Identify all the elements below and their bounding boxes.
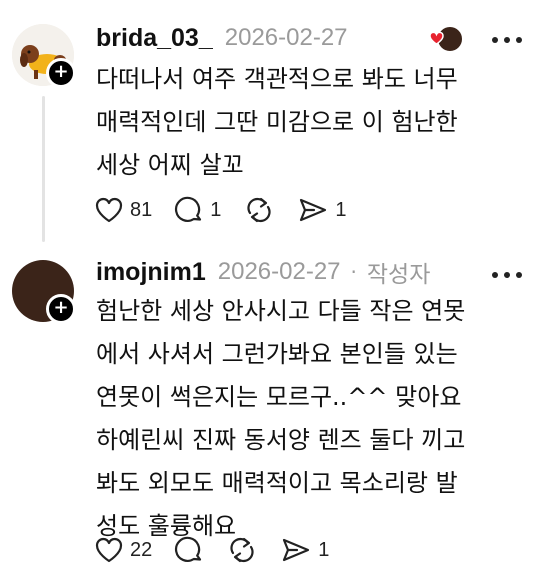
separator-dot: · bbox=[350, 260, 357, 284]
share-count: 1 bbox=[318, 538, 330, 561]
repost-button[interactable] bbox=[226, 533, 258, 567]
post-text-line: 연못이 썩은지는 모르구..^^ 맞아요 bbox=[96, 383, 462, 411]
send-icon bbox=[280, 536, 312, 564]
post-header: imojnim1 2026-02-27 · 작성자 bbox=[96, 254, 430, 290]
like-count: 81 bbox=[130, 198, 153, 221]
post-text-line: 세상 어찌 살꼬 bbox=[96, 151, 244, 179]
thread-post: + brida_03_ 2026-02-27 다떠나서 여주 객관적으로 봐도 … bbox=[0, 0, 539, 250]
thread-connector-line bbox=[42, 96, 45, 242]
username[interactable]: imojnim1 bbox=[96, 258, 206, 287]
avatar[interactable]: + bbox=[12, 260, 76, 324]
post-text-line: 매력적인데 그딴 미감으로 이 험난한 bbox=[96, 108, 458, 136]
more-options-icon[interactable] bbox=[489, 31, 525, 43]
follow-plus-icon[interactable]: + bbox=[46, 294, 76, 324]
post-actions: 22 1 bbox=[94, 533, 351, 567]
repost-button[interactable] bbox=[243, 193, 275, 227]
follow-plus-icon[interactable]: + bbox=[46, 58, 76, 88]
liked-by-author-indicator[interactable] bbox=[420, 24, 468, 54]
reply-button[interactable] bbox=[174, 533, 204, 567]
share-count: 1 bbox=[335, 198, 347, 221]
thread-post: + imojnim1 2026-02-27 · 작성자 험난한 세상 안사시고 … bbox=[0, 250, 539, 577]
post-text-line: 험난한 세상 안사시고 다들 작은 연못 bbox=[96, 297, 466, 325]
timestamp: 2026-02-27 bbox=[224, 24, 348, 51]
reply-count: 1 bbox=[210, 198, 222, 221]
post-body: 다떠나서 여주 객관적으로 봐도 너무 매력적인데 그딴 미감으로 이 험난한 … bbox=[96, 58, 526, 187]
post-actions: 81 1 1 bbox=[94, 193, 369, 227]
post-text-line: 다떠나서 여주 객관적으로 봐도 너무 bbox=[96, 65, 458, 93]
timestamp: 2026-02-27 bbox=[217, 258, 341, 285]
username[interactable]: brida_03_ bbox=[96, 24, 213, 53]
share-button[interactable]: 1 bbox=[280, 533, 329, 567]
reply-button[interactable]: 1 bbox=[174, 193, 221, 227]
comment-icon bbox=[174, 535, 204, 565]
repost-icon bbox=[226, 535, 258, 565]
send-icon bbox=[297, 196, 329, 224]
author-tag: 작성자 bbox=[366, 261, 431, 287]
post-header: brida_03_ 2026-02-27 bbox=[96, 20, 348, 56]
heart-icon bbox=[94, 196, 124, 224]
like-button[interactable]: 81 bbox=[94, 193, 152, 227]
avatar[interactable]: + bbox=[12, 24, 76, 88]
share-button[interactable]: 1 bbox=[297, 193, 347, 227]
heart-icon bbox=[94, 536, 124, 564]
like-button[interactable]: 22 bbox=[94, 533, 152, 567]
post-text-line: 봐도 외모도 매력적이고 목소리랑 발 bbox=[96, 469, 458, 497]
repost-icon bbox=[243, 195, 275, 225]
post-text-line: 하예린씨 진짜 동서양 렌즈 둘다 끼고 bbox=[96, 426, 466, 454]
comment-icon bbox=[174, 195, 204, 225]
like-count: 22 bbox=[130, 538, 153, 561]
post-text-line: 에서 사셔서 그런가봐요 본인들 있는 bbox=[96, 340, 458, 368]
more-options-icon[interactable] bbox=[489, 266, 525, 278]
post-body: 험난한 세상 안사시고 다들 작은 연못 에서 사셔서 그런가봐요 본인들 있는… bbox=[96, 290, 526, 548]
